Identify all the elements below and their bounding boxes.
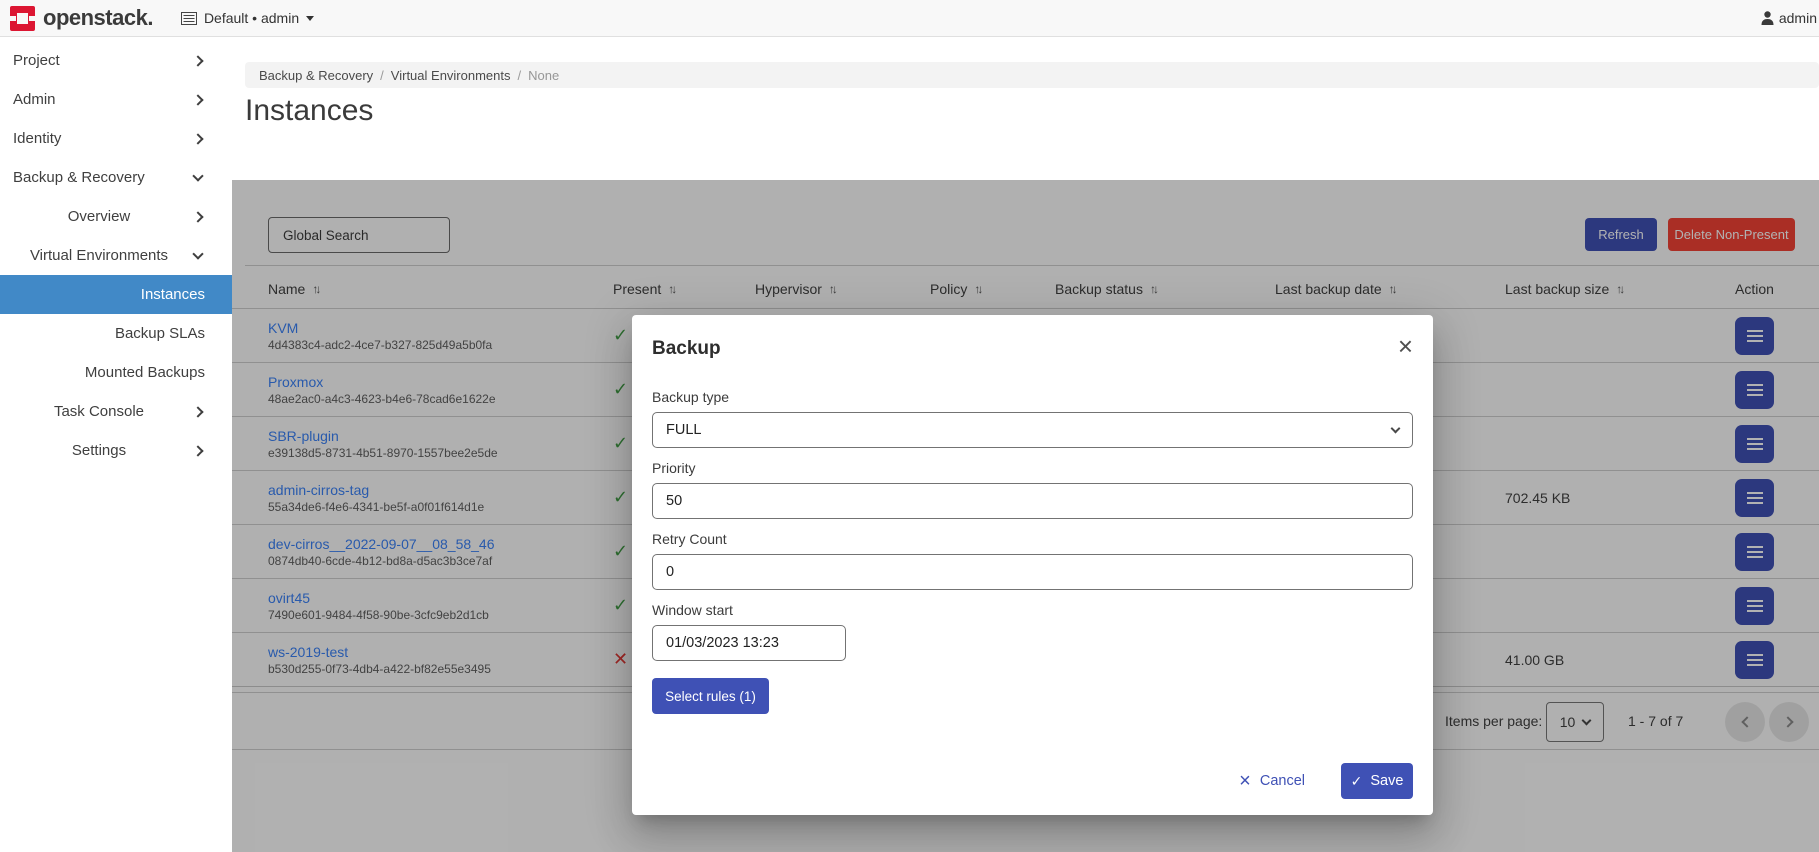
user-icon xyxy=(1761,11,1774,25)
openstack-logo-icon xyxy=(10,6,35,31)
close-icon: × xyxy=(1239,770,1251,793)
chevron-right-icon xyxy=(192,445,203,456)
modal-footer: × Cancel ✓ Save xyxy=(652,763,1413,799)
sidebar-item-backup-slas[interactable]: Backup SLAs xyxy=(0,314,232,353)
modal-title: Backup xyxy=(652,337,1413,361)
openstack-logo: openstack. xyxy=(0,5,153,31)
window-start-input[interactable]: 01/03/2023 13:23 xyxy=(652,625,846,661)
backup-type-select[interactable]: FULL xyxy=(652,412,1413,448)
page-title: Instances xyxy=(245,94,373,128)
priority-input[interactable]: 50 xyxy=(652,483,1413,519)
chevron-right-icon xyxy=(192,94,203,105)
context-label: Default • admin xyxy=(204,10,299,26)
breadcrumb-separator: / xyxy=(373,68,391,83)
sidebar-item-admin[interactable]: Admin xyxy=(0,80,232,119)
sidebar-item-instances[interactable]: Instances xyxy=(0,275,232,314)
check-icon: ✓ xyxy=(1351,773,1363,790)
sidebar-item-overview[interactable]: Overview xyxy=(0,197,232,236)
sidebar-item-settings[interactable]: Settings xyxy=(0,431,232,470)
breadcrumb: Backup & Recovery / Virtual Environments… xyxy=(245,62,1819,88)
breadcrumb-virtual-environments[interactable]: Virtual Environments xyxy=(391,68,511,83)
breadcrumb-separator: / xyxy=(511,68,529,83)
chevron-right-icon xyxy=(192,133,203,144)
select-rules-button[interactable]: Select rules (1) xyxy=(652,678,769,714)
sidebar-item-mounted-backups[interactable]: Mounted Backups xyxy=(0,353,232,392)
sidebar-item-backup-recovery[interactable]: Backup & Recovery xyxy=(0,158,232,197)
chevron-down-icon xyxy=(192,170,203,181)
openstack-wordmark: openstack. xyxy=(43,5,153,31)
list-icon xyxy=(181,12,197,25)
project-context-switcher[interactable]: Default • admin xyxy=(181,10,314,26)
close-icon[interactable]: × xyxy=(1398,333,1413,359)
chevron-right-icon xyxy=(192,55,203,66)
top-navbar: openstack. Default • admin admin xyxy=(0,0,1819,37)
retry-count-input[interactable]: 0 xyxy=(652,554,1413,590)
user-label: admin xyxy=(1779,10,1817,26)
breadcrumb-backup-recovery[interactable]: Backup & Recovery xyxy=(259,68,373,83)
sidebar-item-identity[interactable]: Identity xyxy=(0,119,232,158)
chevron-down-icon xyxy=(1391,423,1401,433)
sidebar-item-project[interactable]: Project xyxy=(0,41,232,80)
priority-label: Priority xyxy=(652,460,1413,476)
backup-modal: Backup × Backup type FULL Priority 50 Re… xyxy=(632,315,1433,815)
sidebar: Project Admin Identity Backup & Recovery… xyxy=(0,37,232,852)
user-menu[interactable]: admin xyxy=(1761,10,1819,26)
chevron-down-icon xyxy=(306,16,314,21)
breadcrumb-current: None xyxy=(528,68,559,83)
sidebar-item-task-console[interactable]: Task Console xyxy=(0,392,232,431)
cancel-button[interactable]: × Cancel xyxy=(1239,770,1305,793)
save-button[interactable]: ✓ Save xyxy=(1341,763,1413,799)
chevron-right-icon xyxy=(192,211,203,222)
window-start-label: Window start xyxy=(652,602,1413,618)
retry-count-label: Retry Count xyxy=(652,531,1413,547)
sidebar-item-virtual-environments[interactable]: Virtual Environments xyxy=(0,236,232,275)
backup-type-label: Backup type xyxy=(652,389,1413,405)
chevron-right-icon xyxy=(192,406,203,417)
chevron-down-icon xyxy=(192,248,203,259)
